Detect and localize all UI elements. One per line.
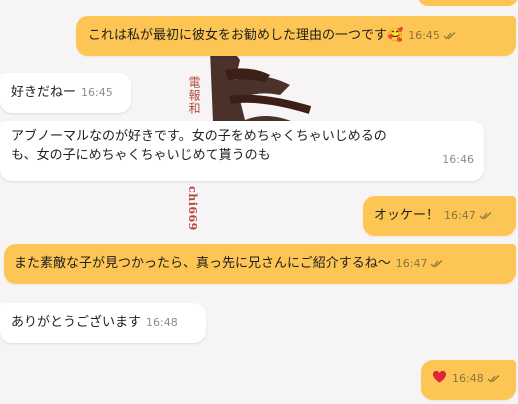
- message-text: オッケー！: [374, 208, 440, 223]
- smiling-face-with-hearts-icon: 🥰: [387, 28, 404, 43]
- message-incoming[interactable]: アブノーマルなのが好きです。女の子をめちゃくちゃいじめるの も、女の子にめちゃく…: [0, 121, 484, 181]
- message-text: これは私が最初に彼女をお勧めした理由の一つです: [88, 28, 388, 43]
- read-check-icon: [443, 32, 456, 40]
- wallpaper-seal-latin: chi669: [186, 186, 199, 231]
- message-time: 16:45: [408, 29, 440, 42]
- message-time: 16:46: [442, 153, 474, 166]
- message-text-line-1: アブノーマルなのが好きです。女の子をめちゃくちゃいじめるの: [11, 129, 387, 144]
- message-text-line-2: も、女の子にめちゃくちゃいじめて貰うのも: [11, 148, 271, 163]
- message-text: 好きだねー: [11, 85, 77, 100]
- message-outgoing[interactable]: これは私が最初に彼女をお勧めした理由の一つです🥰 16:45: [76, 16, 516, 56]
- message-time: 16:48: [146, 316, 178, 329]
- read-check-icon: [479, 212, 492, 220]
- message-incoming[interactable]: ありがとうございます 16:48: [0, 303, 206, 343]
- message-outgoing[interactable]: また素敵な子が見つかったら、真っ先に兄さんにご紹介するね～ 16:47: [4, 244, 516, 284]
- message-outgoing[interactable]: オッケー！ 16:47: [363, 196, 516, 236]
- message-time: 16:47: [444, 209, 476, 222]
- message-incoming[interactable]: 好きだねー 16:45: [0, 73, 131, 113]
- wallpaper-seal-text: 電報和: [187, 76, 201, 115]
- chat-window: 電報和 chi669 これは私が最初に彼女をお勧めした理由の一つです🥰 16:45…: [0, 0, 518, 404]
- read-check-icon: [487, 375, 500, 383]
- message-time: 16:47: [395, 257, 428, 270]
- previous-message-bubble[interactable]: [418, 0, 518, 6]
- read-check-icon: [431, 260, 443, 268]
- message-time: 16:45: [81, 86, 113, 99]
- message-outgoing[interactable]: 16:48: [421, 360, 516, 400]
- message-text: ありがとうございます: [11, 315, 142, 330]
- red-heart-icon: [432, 370, 447, 383]
- message-text: また素敵な子が見つかったら、真っ先に兄さんにご紹介するね～: [14, 256, 391, 271]
- message-time: 16:48: [452, 372, 484, 385]
